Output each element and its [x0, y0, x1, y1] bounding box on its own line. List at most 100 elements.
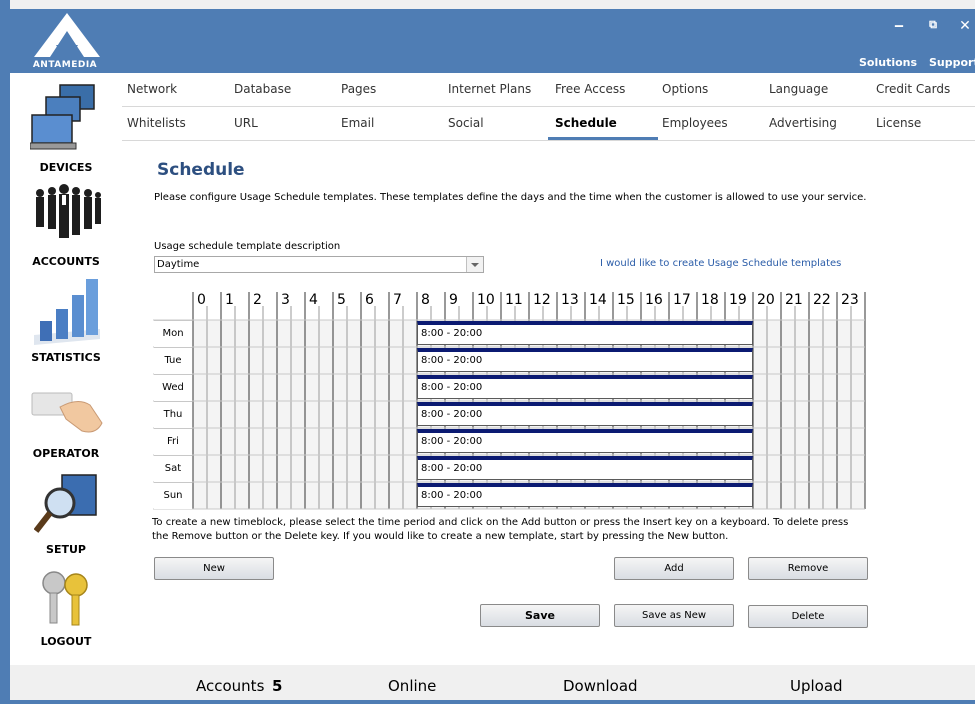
day-label: Tue	[154, 347, 192, 374]
hour-label: 15	[617, 292, 635, 308]
online-label: Online	[388, 677, 437, 695]
hour-label: 21	[785, 292, 803, 308]
timeblock[interactable]: 8:00 - 20:00	[417, 483, 753, 507]
tab-internet-plans[interactable]: Internet Plans	[448, 82, 531, 96]
hour-label: 0	[197, 292, 206, 308]
remove-button[interactable]: Remove	[748, 557, 868, 580]
tab-license[interactable]: License	[876, 116, 921, 130]
sidebar-item-label: LOGOUT	[40, 635, 92, 648]
tab-network[interactable]: Network	[127, 82, 177, 96]
sidebar-item-logout[interactable]: LOGOUT	[10, 563, 122, 649]
window-bottom-edge	[0, 700, 975, 704]
hour-label: 3	[281, 292, 290, 308]
tab-social[interactable]: Social	[448, 116, 484, 130]
tab-pages[interactable]: Pages	[341, 82, 376, 96]
tab-options[interactable]: Options	[662, 82, 708, 96]
close-icon[interactable]: ✕	[956, 18, 974, 34]
hour-label: 17	[673, 292, 691, 308]
sidebar-item-label: STATISTICS	[31, 351, 101, 364]
tab-url[interactable]: URL	[234, 116, 258, 130]
hour-label: 7	[393, 292, 402, 308]
tab-employees[interactable]: Employees	[662, 116, 728, 130]
tab-free-access[interactable]: Free Access	[555, 82, 625, 96]
hour-label: 10	[477, 292, 495, 308]
day-label: Thu	[154, 401, 192, 428]
day-label: Fri	[154, 428, 192, 455]
accounts-count: 5	[272, 677, 283, 695]
antamedia-logo-icon	[34, 13, 100, 57]
window-left-frame	[0, 0, 10, 704]
card-hand-icon	[31, 392, 103, 433]
timeblock[interactable]: 8:00 - 20:00	[417, 348, 753, 372]
sidebar-item-accounts[interactable]: ACCOUNTS	[10, 183, 122, 273]
magnifier-monitor-icon	[34, 474, 97, 533]
instructions-text: To create a new timeblock, please select…	[152, 517, 849, 542]
timeblock[interactable]: 8:00 - 20:00	[417, 456, 753, 480]
computers-icon	[30, 84, 95, 150]
download-label: Download	[563, 677, 638, 695]
settings-tabs: Network Database Pages Internet Plans Fr…	[122, 73, 975, 141]
hour-label: 23	[841, 292, 859, 308]
day-label: Sun	[154, 482, 192, 509]
create-templates-link[interactable]: I would like to create Usage Schedule te…	[600, 258, 841, 269]
sidebar-item-label: OPERATOR	[32, 447, 100, 460]
new-button[interactable]: New	[154, 557, 274, 580]
hour-label: 14	[589, 292, 607, 308]
hour-label: 8	[421, 292, 430, 308]
hour-label: 6	[365, 292, 374, 308]
template-select-value: Daytime	[157, 259, 200, 270]
sidebar-item-operator[interactable]: OPERATOR	[10, 371, 122, 465]
hour-label: 9	[449, 292, 458, 308]
tab-schedule[interactable]: Schedule	[555, 116, 617, 130]
hour-label: 20	[757, 292, 775, 308]
solutions-link[interactable]: Solutions	[859, 56, 917, 69]
template-select[interactable]: Daytime	[154, 256, 484, 273]
header-bar: ANTAMEDIA ‒ ⧉ ✕ Solutions Support	[10, 9, 975, 73]
tab-row-1: Network Database Pages Internet Plans Fr…	[122, 73, 975, 107]
hour-label: 16	[645, 292, 663, 308]
minimize-icon[interactable]: ‒	[890, 18, 908, 34]
sidebar-item-setup[interactable]: SETUP	[10, 467, 122, 561]
day-label: Sat	[154, 455, 192, 482]
hour-label: 22	[813, 292, 831, 308]
support-link[interactable]: Support	[929, 56, 975, 69]
bar-chart-icon	[34, 279, 100, 345]
tab-whitelists[interactable]: Whitelists	[127, 116, 186, 130]
tab-email[interactable]: Email	[341, 116, 374, 130]
timeblock[interactable]: 8:00 - 20:00	[417, 402, 753, 426]
tab-language[interactable]: Language	[769, 82, 828, 96]
hour-label: 4	[309, 292, 318, 308]
tab-credit-cards[interactable]: Credit Cards	[876, 82, 950, 96]
tab-database[interactable]: Database	[234, 82, 291, 96]
tab-advertising[interactable]: Advertising	[769, 116, 837, 130]
hour-label: 18	[701, 292, 719, 308]
upload-label: Upload	[790, 677, 843, 695]
hour-label: 13	[561, 292, 579, 308]
hour-label: 5	[337, 292, 346, 308]
sidebar-item-label: SETUP	[46, 543, 86, 556]
page-description: Please configure Usage Schedule template…	[154, 192, 867, 203]
restore-icon[interactable]: ⧉	[924, 18, 942, 32]
sidebar-item-devices[interactable]: DEVICES	[10, 81, 122, 181]
tab-row-2: Whitelists URL Email Social Schedule Emp…	[122, 107, 975, 141]
status-bar: Accounts 5 Online Download Upload	[10, 665, 975, 700]
hour-label: 1	[225, 292, 234, 308]
save-button[interactable]: Save	[480, 604, 600, 627]
hour-label: 2	[253, 292, 262, 308]
template-label: Usage schedule template description	[154, 241, 341, 252]
timeblock[interactable]: 8:00 - 20:00	[417, 321, 753, 345]
day-label: Wed	[154, 374, 192, 401]
schedule-grid[interactable]: 0 1 2 3 4 5 6 7 8 9 10 11 12 13 14 15 16 17 18 19 20 21 22 23 M…	[153, 290, 866, 510]
add-button[interactable]: Add	[614, 557, 734, 580]
accounts-label: Accounts	[196, 677, 265, 695]
sidebar-item-statistics[interactable]: STATISTICS	[10, 275, 122, 369]
save-as-new-button[interactable]: Save as New	[614, 604, 734, 627]
chevron-down-icon[interactable]	[466, 257, 483, 272]
timeblock[interactable]: 8:00 - 20:00	[417, 375, 753, 399]
hour-label: 19	[729, 292, 747, 308]
timeblock[interactable]: 8:00 - 20:00	[417, 429, 753, 453]
day-label: Mon	[154, 320, 192, 347]
sidebar-item-label: ACCOUNTS	[32, 255, 100, 268]
delete-button[interactable]: Delete	[748, 605, 868, 628]
hour-label: 11	[505, 292, 523, 308]
